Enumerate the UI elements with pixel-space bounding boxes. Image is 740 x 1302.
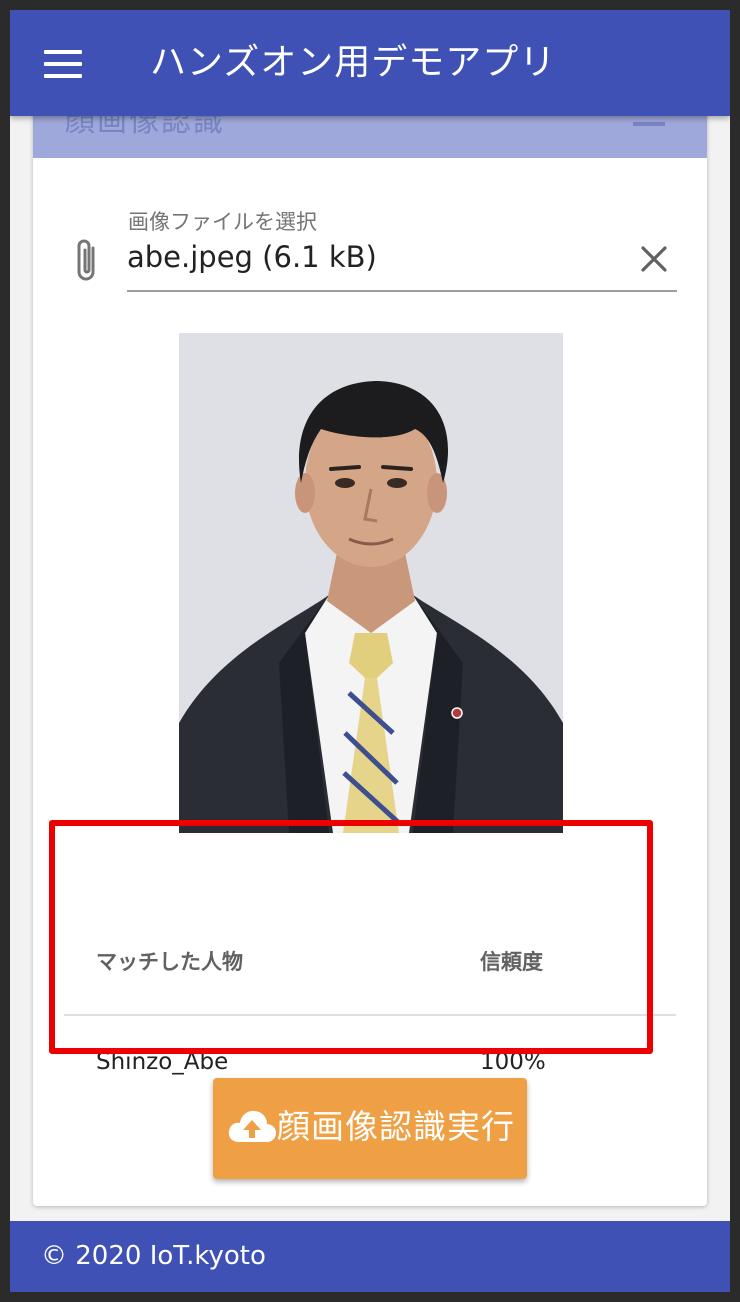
portrait-image bbox=[179, 333, 563, 833]
app-bar: ハンズオン用デモアプリ bbox=[10, 10, 730, 116]
card-header: 顔画像認識 bbox=[33, 110, 707, 158]
results-header-row: マッチした人物 信頼度 bbox=[64, 908, 676, 1016]
column-header-confidence: 信頼度 bbox=[448, 908, 676, 1016]
copyright-text: © 2020 IoT.kyoto bbox=[41, 1241, 266, 1271]
face-recognition-card: 顔画像認識 画像ファイルを選択 abe.jpeg (6.1 kB) マッチした人… bbox=[33, 110, 707, 1206]
menu-icon bbox=[44, 50, 82, 54]
collapse-icon[interactable] bbox=[633, 122, 665, 126]
app-frame: ハンズオン用デモアプリ 顔画像認識 画像ファイルを選択 abe.jpeg (6.… bbox=[10, 10, 730, 1292]
file-input-underline bbox=[127, 290, 677, 292]
column-header-person: マッチした人物 bbox=[64, 908, 448, 1016]
cloud-upload-icon bbox=[228, 1110, 276, 1142]
run-face-recognition-label: 顔画像認識実行 bbox=[277, 1107, 515, 1146]
menu-button[interactable] bbox=[44, 50, 82, 80]
footer: © 2020 IoT.kyoto bbox=[10, 1221, 730, 1292]
run-face-recognition-button[interactable]: 顔画像認識実行 bbox=[213, 1078, 527, 1179]
file-input-label: 画像ファイルを選択 bbox=[128, 210, 317, 234]
uploaded-photo bbox=[179, 333, 563, 833]
close-icon[interactable] bbox=[639, 244, 669, 274]
file-input[interactable]: abe.jpeg (6.1 kB) bbox=[127, 240, 377, 274]
app-title: ハンズオン用デモアプリ bbox=[150, 42, 557, 83]
paperclip-icon[interactable] bbox=[73, 238, 103, 284]
